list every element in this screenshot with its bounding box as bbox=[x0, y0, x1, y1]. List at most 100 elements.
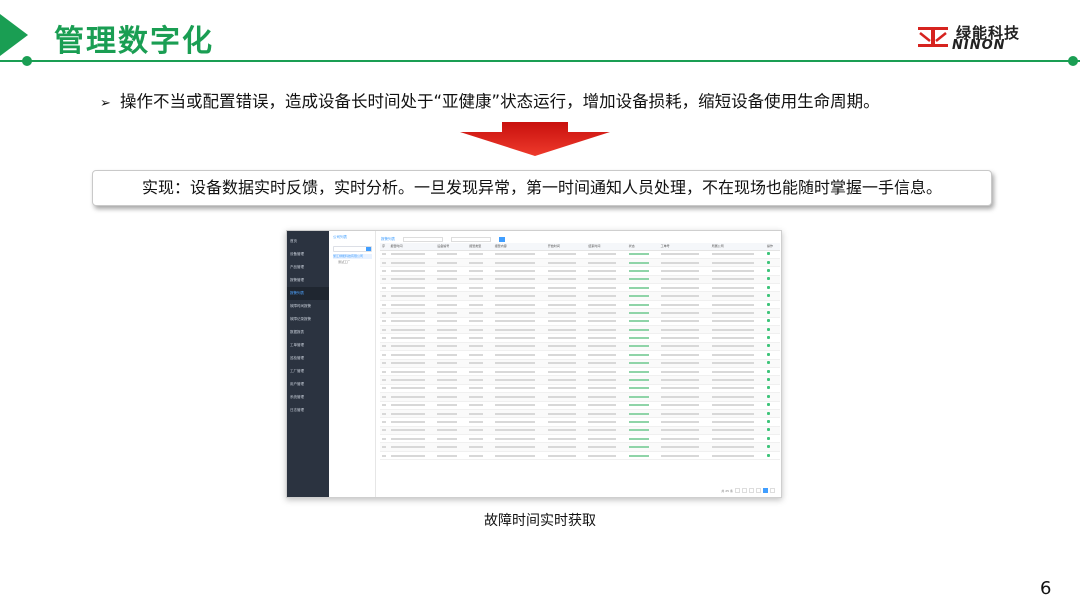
row-status-icon[interactable] bbox=[767, 285, 771, 289]
screenshot-sidebar-item[interactable]: 工厂管理 bbox=[287, 365, 329, 378]
cell-placeholder bbox=[547, 295, 576, 298]
row-status-icon[interactable] bbox=[767, 294, 771, 298]
cell-placeholder bbox=[547, 311, 576, 314]
cell-placeholder bbox=[437, 353, 458, 356]
screenshot-sidebar-item[interactable]: 产品管理 bbox=[287, 261, 329, 274]
row-status-icon[interactable] bbox=[767, 268, 771, 272]
cell-placeholder bbox=[382, 387, 386, 390]
screenshot-sidebar-item[interactable]: 报警列表 bbox=[287, 287, 329, 300]
table-cell bbox=[709, 367, 766, 377]
pager-page-1[interactable] bbox=[742, 488, 747, 493]
row-status-icon[interactable] bbox=[767, 394, 771, 398]
table-row[interactable] bbox=[380, 275, 780, 285]
screenshot-sidebar-item[interactable]: 工单管理 bbox=[287, 339, 329, 352]
table-row[interactable] bbox=[380, 325, 780, 335]
row-status-icon[interactable] bbox=[767, 344, 771, 348]
table-row[interactable] bbox=[380, 300, 780, 310]
row-status-icon[interactable] bbox=[767, 445, 771, 449]
table-cell bbox=[388, 275, 436, 285]
table-row[interactable] bbox=[380, 392, 780, 402]
table-row[interactable] bbox=[380, 359, 780, 368]
table-row[interactable] bbox=[380, 258, 780, 268]
row-status-icon[interactable] bbox=[767, 369, 771, 373]
toolbar-filter-input[interactable] bbox=[403, 236, 443, 242]
row-status-icon[interactable] bbox=[767, 411, 771, 415]
screenshot-sidebar-item[interactable]: 设备管理 bbox=[287, 248, 329, 261]
cell-placeholder bbox=[494, 328, 535, 331]
table-row[interactable] bbox=[380, 266, 780, 276]
table-cell bbox=[626, 250, 659, 259]
table-row[interactable] bbox=[380, 291, 780, 301]
cell-placeholder bbox=[547, 320, 576, 323]
cell-placeholder bbox=[469, 261, 484, 264]
table-row[interactable] bbox=[380, 283, 780, 293]
screenshot-sidebar-item[interactable]: 首页 bbox=[287, 235, 329, 248]
cell-placeholder bbox=[711, 278, 754, 281]
row-status-icon[interactable] bbox=[767, 420, 771, 423]
screenshot-sidebar-item[interactable]: 故障记录报警 bbox=[287, 313, 329, 326]
row-status-icon[interactable] bbox=[767, 252, 771, 256]
table-row[interactable] bbox=[380, 426, 780, 436]
screenshot-sidebar-item[interactable]: 数据报表 bbox=[287, 326, 329, 339]
screenshot-sidebar-item[interactable]: 巡检管理 bbox=[287, 352, 329, 365]
table-cell bbox=[467, 401, 493, 410]
pager-page-current[interactable] bbox=[763, 488, 768, 493]
row-status-icon[interactable] bbox=[767, 453, 771, 457]
table-row[interactable] bbox=[380, 250, 780, 259]
screenshot-sidebar: 首页 设备管理 产品管理 报警管理 报警列表 故障时间报警 故障记录报警 数据报表 工单管理 巡检… bbox=[287, 231, 329, 497]
cell-placeholder bbox=[711, 320, 754, 323]
screenshot-sidebar-item[interactable]: 用户管理 bbox=[287, 378, 329, 391]
table-row[interactable] bbox=[380, 401, 780, 410]
row-status-icon[interactable] bbox=[767, 336, 771, 340]
table-row[interactable] bbox=[380, 333, 780, 343]
table-cell bbox=[658, 409, 710, 419]
row-status-icon[interactable] bbox=[767, 428, 771, 432]
tree-node-factory[interactable]: 测试工厂 bbox=[338, 260, 367, 264]
pager-next[interactable] bbox=[770, 488, 775, 493]
table-row[interactable] bbox=[380, 417, 780, 427]
pager-page-3[interactable] bbox=[756, 488, 761, 493]
row-status-icon[interactable] bbox=[767, 436, 771, 440]
cell-placeholder bbox=[547, 437, 576, 440]
row-status-icon[interactable] bbox=[767, 403, 771, 407]
tree-node-company[interactable]: 浙江绿能科技有限公司 bbox=[333, 254, 372, 259]
table-cell bbox=[586, 266, 627, 276]
table-cell bbox=[765, 275, 780, 285]
tree-search-input[interactable] bbox=[333, 246, 372, 252]
table-row[interactable] bbox=[380, 409, 780, 419]
row-status-icon[interactable] bbox=[767, 352, 771, 356]
row-status-icon[interactable] bbox=[767, 310, 771, 314]
toolbar-date-input[interactable] bbox=[451, 236, 491, 242]
table-row[interactable] bbox=[380, 350, 780, 360]
screenshot-sidebar-item[interactable]: 报警管理 bbox=[287, 274, 329, 287]
row-status-icon[interactable] bbox=[767, 386, 771, 390]
table-cell bbox=[380, 392, 389, 402]
row-status-icon[interactable] bbox=[767, 277, 771, 281]
table-row[interactable] bbox=[380, 308, 780, 318]
table-row[interactable] bbox=[380, 434, 780, 444]
row-status-icon[interactable] bbox=[767, 302, 771, 306]
screenshot-sidebar-item[interactable]: 系统管理 bbox=[287, 391, 329, 404]
row-status-icon[interactable] bbox=[767, 260, 771, 264]
cell-placeholder bbox=[588, 395, 617, 398]
row-status-icon[interactable] bbox=[767, 361, 771, 365]
table-row[interactable] bbox=[380, 367, 780, 377]
table-row[interactable] bbox=[380, 442, 780, 452]
screenshot-sidebar-item[interactable]: 日志管理 bbox=[287, 404, 329, 417]
toolbar-search-button[interactable] bbox=[499, 236, 505, 242]
pager-prev[interactable] bbox=[735, 488, 740, 493]
row-status-icon[interactable] bbox=[767, 319, 771, 323]
table-row[interactable] bbox=[380, 375, 780, 385]
row-status-icon[interactable] bbox=[767, 378, 771, 382]
pager-page-2[interactable] bbox=[749, 488, 754, 493]
cell-placeholder bbox=[588, 429, 617, 432]
cell-placeholder bbox=[390, 295, 425, 298]
table-row[interactable] bbox=[380, 451, 780, 461]
table-row[interactable] bbox=[380, 317, 780, 327]
screenshot-sidebar-item[interactable]: 故障时间报警 bbox=[287, 300, 329, 313]
table-cell bbox=[388, 409, 436, 419]
table-row[interactable] bbox=[380, 384, 780, 394]
table-row[interactable] bbox=[380, 342, 780, 352]
row-status-icon[interactable] bbox=[767, 327, 771, 331]
table-cell bbox=[545, 417, 587, 427]
